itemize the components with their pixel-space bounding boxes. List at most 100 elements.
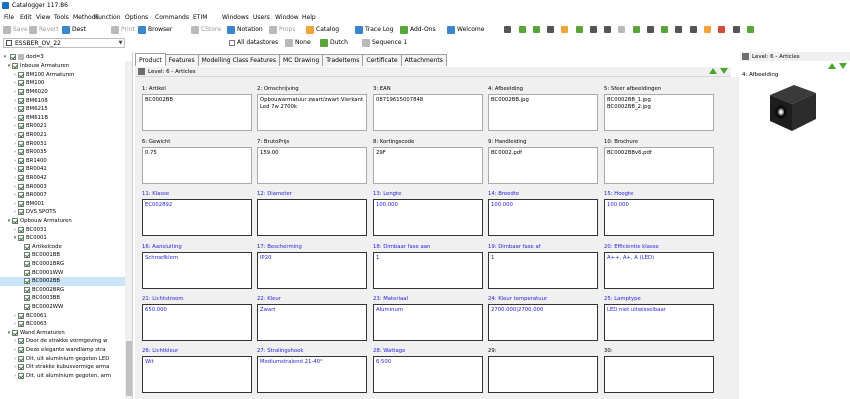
props-button[interactable]: Props [269, 25, 295, 34]
tree-item[interactable]: ▾ Opbouw Armaturen [0, 217, 125, 226]
tree-item-checkbox[interactable] [18, 106, 24, 113]
datastore-checkbox[interactable] [6, 40, 12, 46]
field-value-input[interactable]: 1 [488, 252, 598, 289]
tree-item[interactable]: › Deze elegante wandlamp stra [0, 346, 125, 355]
tree-item[interactable]: ▾ Inbouw Armaturen [0, 62, 125, 71]
tree-item-checkbox[interactable] [18, 97, 24, 104]
tree-scrollbar[interactable] [125, 61, 132, 399]
tree-item-checkbox[interactable] [12, 329, 18, 336]
tree-item-checkbox[interactable] [18, 226, 24, 233]
field-value-input[interactable]: 1 [373, 252, 483, 289]
tree-item-checkbox[interactable] [12, 218, 18, 225]
field-value-input[interactable]: 100.000 [373, 199, 483, 236]
print-button[interactable]: Print [111, 25, 135, 34]
tree-item-checkbox[interactable] [12, 63, 18, 70]
field-value-input[interactable]: BC0002BB [142, 94, 252, 131]
field-value-input[interactable]: 08719615007848 [373, 94, 483, 131]
tag-icon[interactable] [704, 26, 711, 33]
field-value-input[interactable]: Zwart [257, 304, 367, 341]
tree-item[interactable]: Artikelcode [0, 243, 125, 252]
content-scrollbar[interactable] [731, 77, 739, 399]
previous-record-icon[interactable] [828, 63, 836, 69]
menu-tools[interactable]: Tools [54, 14, 69, 21]
field-value-input[interactable]: 100.000 [488, 199, 598, 236]
tree-item[interactable]: › DVS SPOTS [0, 208, 125, 217]
field-value-input[interactable]: Opbouwarmatuur zwart/zwart Vierkant Led … [257, 94, 367, 131]
tree-item[interactable]: › BC0031 [0, 225, 125, 234]
field-value-input[interactable]: 0.75 [142, 147, 252, 184]
none-button[interactable]: None [285, 38, 311, 47]
tree-item-checkbox[interactable] [18, 192, 24, 199]
menu-file[interactable]: File [4, 14, 14, 21]
tree-item-checkbox[interactable] [24, 261, 30, 268]
tree-item[interactable]: › BM6108 [0, 96, 125, 105]
previous-record-icon[interactable] [709, 68, 717, 74]
tree-item[interactable]: › BM100 Armaturen [0, 71, 125, 80]
menu-help[interactable]: Help [302, 14, 316, 21]
field-value-input[interactable]: BC0002BB.jpg [488, 94, 598, 131]
tree-item[interactable]: › BM6020 [0, 88, 125, 97]
tree-item[interactable]: › BR0007 [0, 191, 125, 200]
menu-function[interactable]: Function [95, 14, 121, 21]
field-value-input[interactable]: Mediumstralend 21-40° [257, 356, 367, 393]
menu-edit[interactable]: Edit [20, 14, 32, 21]
tree-item[interactable]: › BR0021 [0, 131, 125, 140]
tree-item[interactable]: › BR0035 [0, 148, 125, 157]
field-value-input[interactable]: 650.000 [142, 304, 252, 341]
field-value-input[interactable]: 100.000 [604, 199, 714, 236]
zoom-icon[interactable] [547, 26, 554, 33]
field-value-input[interactable]: 159.00 [257, 147, 367, 184]
field-value-input[interactable]: Wit [142, 356, 252, 393]
field-value-input[interactable]: BC0002BB_1.jpg BC0002BB_2.jpg [604, 94, 714, 131]
collapse-icon[interactable]: ▾ [2, 54, 8, 60]
all-datastores-toggle[interactable]: All datastores [229, 38, 278, 47]
tree-item-checkbox[interactable] [18, 200, 24, 207]
undo-icon[interactable] [519, 26, 526, 33]
tree-item[interactable]: › BM100 [0, 79, 125, 88]
next-record-icon[interactable] [720, 68, 728, 74]
tree-item[interactable]: ▾ BC0001 [0, 234, 125, 243]
datastore-select[interactable]: ESSBER_OV_22 ▼ [3, 38, 125, 48]
sequence-button[interactable]: Sequence 1 [362, 38, 407, 47]
redo-icon[interactable] [533, 26, 540, 33]
record-icon[interactable] [718, 26, 725, 33]
field-value-input[interactable]: BC0002BBv6.pdf [604, 147, 714, 184]
tree-item[interactable]: › BR0041 [0, 165, 125, 174]
field-value-input[interactable] [257, 199, 367, 236]
tree-item[interactable]: › BR0042 [0, 174, 125, 183]
notation-button[interactable]: Notation [227, 25, 263, 34]
tree-item-checkbox[interactable] [18, 372, 24, 379]
language-button[interactable]: Dutch [320, 38, 348, 47]
field-value-input[interactable]: 6.500 [373, 356, 483, 393]
field-value-input[interactable] [488, 356, 598, 393]
check-icon[interactable] [576, 26, 583, 33]
tab-tradeitems[interactable]: TradeItems [322, 54, 364, 66]
menu-commands[interactable]: Commands [155, 14, 189, 21]
tree-item-checkbox[interactable] [18, 347, 24, 354]
tree-item-checkbox[interactable] [24, 286, 30, 293]
field-value-input[interactable]: BC0002.pdf [488, 147, 598, 184]
tree-item-checkbox[interactable] [24, 243, 30, 250]
refresh-icon[interactable] [733, 26, 740, 33]
tree-item[interactable]: › BR0031 [0, 139, 125, 148]
tree-item-checkbox[interactable] [18, 123, 24, 130]
tree-item[interactable]: › BR1400 [0, 157, 125, 166]
menu-users[interactable]: Users [253, 14, 270, 21]
tree-item-checkbox[interactable] [18, 132, 24, 139]
tab-features[interactable]: Features [164, 54, 199, 66]
tree-item[interactable]: › BR0021 [0, 122, 125, 131]
tree-item-checkbox[interactable] [18, 312, 24, 319]
tab-modelling-class-features[interactable]: Modelling Class Features [197, 54, 280, 66]
tree-item[interactable]: › BM001 [0, 200, 125, 209]
field-value-input[interactable]: A++, A+, A (LED) [604, 252, 714, 289]
tree-item[interactable]: › BM6215 [0, 105, 125, 114]
tree-item-checkbox[interactable] [18, 89, 24, 96]
layers-icon[interactable] [675, 26, 682, 33]
menu-view[interactable]: View [36, 14, 50, 21]
tree-item[interactable]: BC0002BB [0, 277, 125, 286]
next-record-icon[interactable] [839, 63, 847, 69]
trace-log-button[interactable]: Trace Log [355, 25, 394, 34]
tree-item[interactable]: BC0001BB [0, 251, 125, 260]
settings-icon[interactable] [504, 26, 511, 33]
tree-item-checkbox[interactable] [18, 71, 24, 78]
